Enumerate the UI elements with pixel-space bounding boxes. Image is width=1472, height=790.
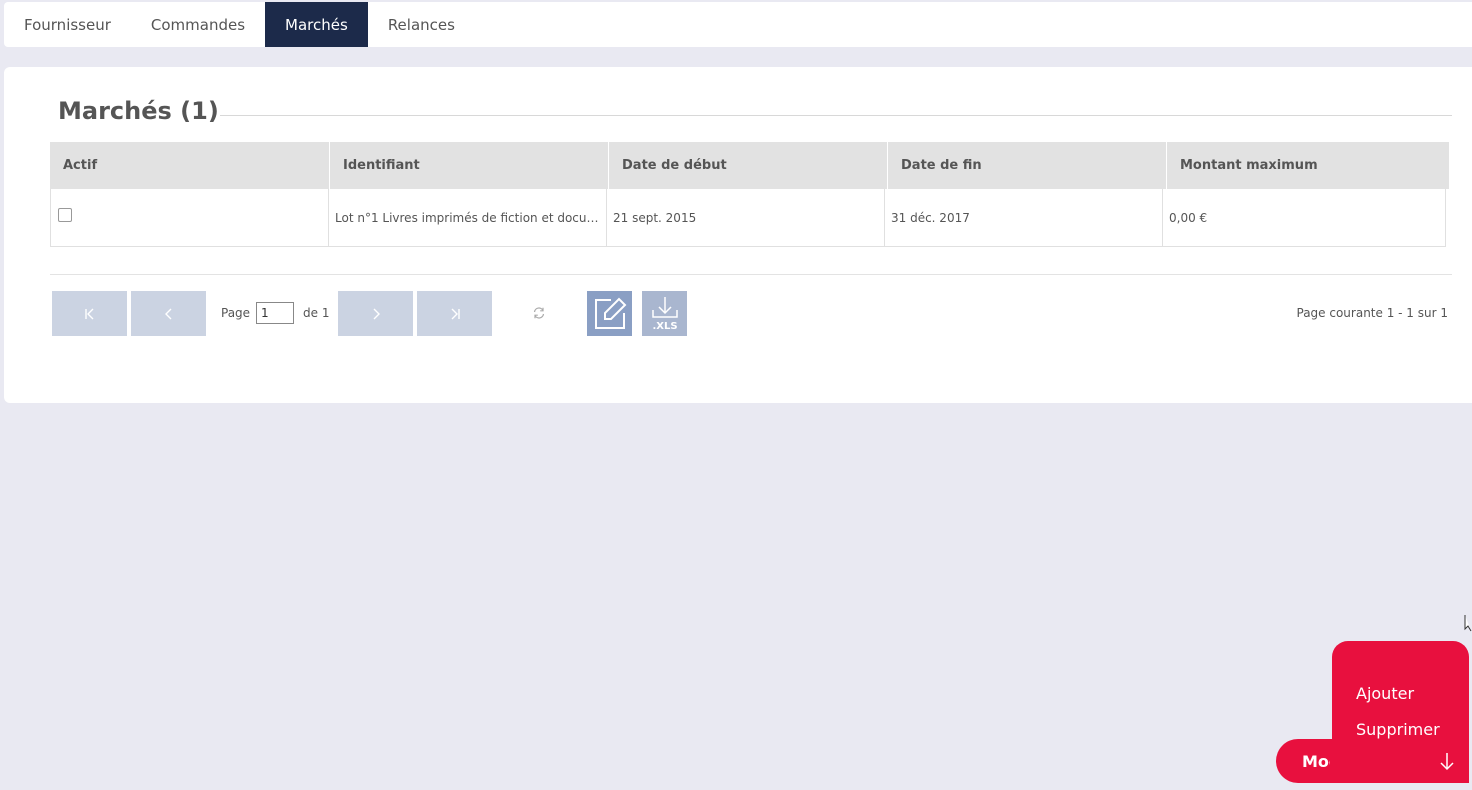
actif-checkbox[interactable] — [58, 208, 72, 222]
refresh-button[interactable] — [531, 305, 547, 321]
tab-relances[interactable]: Relances — [368, 2, 475, 47]
first-page-icon — [84, 308, 93, 319]
tab-fournisseur[interactable]: Fournisseur — [4, 2, 131, 47]
last-page-icon — [451, 308, 460, 319]
last-page-button[interactable] — [417, 291, 492, 336]
column-header-identifiant[interactable]: Identifiant — [330, 142, 609, 189]
table-header: Actif Identifiant Date de début Date de … — [50, 142, 1450, 189]
xls-label: .XLS — [652, 321, 677, 332]
title-divider — [220, 115, 1452, 116]
page-total-label: de 1 — [303, 306, 330, 320]
edit-icon — [594, 297, 626, 329]
marches-panel: Marchés (1) Actif Identifiant Date de dé… — [4, 67, 1472, 403]
pager-divider — [50, 274, 1452, 275]
page-status: Page courante 1 - 1 sur 1 — [1296, 306, 1449, 320]
tab-bar: Fournisseur Commandes Marchés Relances — [4, 2, 1472, 47]
mouse-cursor-icon — [1464, 615, 1472, 632]
first-page-button[interactable] — [52, 291, 127, 336]
column-header-actif[interactable]: Actif — [50, 142, 330, 189]
cell-identifiant: Lot n°1 Livres imprimés de fiction et do… — [329, 189, 607, 246]
section-title: Marchés (1) — [58, 97, 219, 125]
cell-montant: 0,00 € — [1169, 210, 1208, 225]
next-page-button[interactable] — [338, 291, 413, 336]
column-header-date-fin[interactable]: Date de fin — [888, 142, 1167, 189]
export-xls-button[interactable]: .XLS — [642, 291, 687, 336]
marches-table: Actif Identifiant Date de début Date de … — [50, 142, 1450, 247]
page-number-input[interactable] — [256, 302, 294, 324]
modifier-fab-button[interactable]: Modifier — [1276, 739, 1469, 783]
chevron-right-icon — [373, 308, 380, 319]
download-icon: .XLS — [651, 296, 678, 332]
cell-date-debut: 21 sept. 2015 — [607, 189, 885, 246]
supprimer-menu-item[interactable]: Supprimer — [1356, 720, 1440, 739]
table-row[interactable]: Lot n°1 Livres imprimés de fiction et do… — [50, 189, 1446, 247]
column-header-date-debut[interactable]: Date de début — [609, 142, 888, 189]
arrow-down-icon — [1440, 753, 1454, 771]
fab-label: Modifier — [1302, 751, 1330, 771]
tab-marches[interactable]: Marchés — [265, 2, 368, 47]
chevron-left-icon — [164, 308, 171, 319]
edit-button[interactable] — [587, 291, 632, 336]
identifiant-text: Lot n°1 Livres imprimés de fiction et do… — [335, 210, 603, 225]
column-header-montant[interactable]: Montant maximum — [1167, 142, 1450, 189]
tab-commandes[interactable]: Commandes — [131, 2, 265, 47]
page-label: Page — [221, 306, 251, 320]
previous-page-button[interactable] — [131, 291, 206, 336]
refresh-icon — [533, 307, 545, 319]
cell-date-fin: 31 déc. 2017 — [885, 189, 1163, 246]
ajouter-menu-item[interactable]: Ajouter — [1356, 684, 1414, 703]
cell-actif — [51, 189, 329, 246]
